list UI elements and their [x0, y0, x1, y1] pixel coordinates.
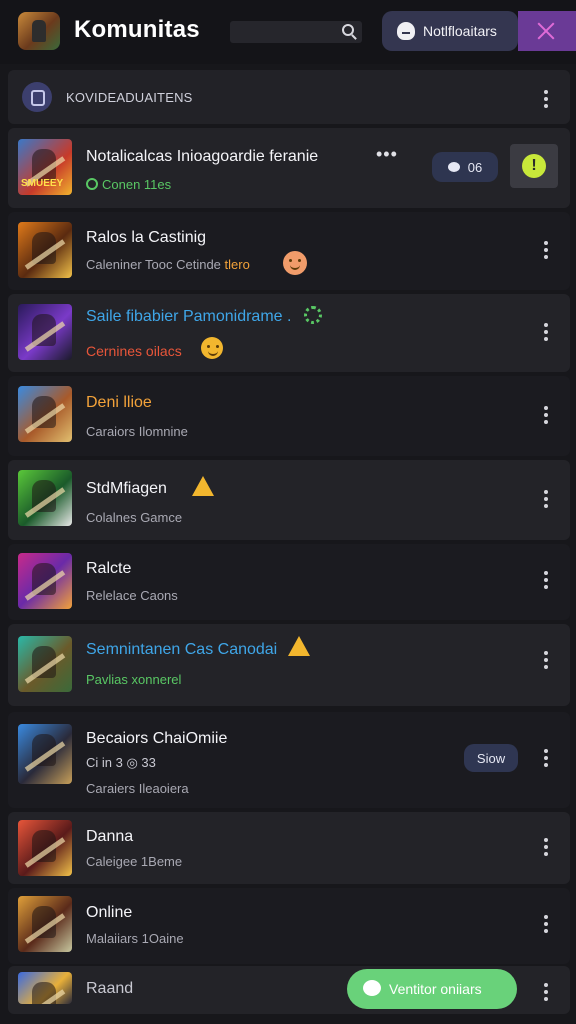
- community-subtitle: Pavlias xonnerel: [86, 672, 182, 687]
- more-options-icon[interactable]: [543, 571, 549, 591]
- more-options-icon[interactable]: [543, 983, 549, 1003]
- search-icon[interactable]: [342, 24, 354, 36]
- bell-icon: [397, 22, 415, 40]
- chat-action-button[interactable]: Ventitor oniiars: [347, 969, 517, 1009]
- community-thumbnail: [18, 470, 72, 526]
- community-row[interactable]: Ralos la Castinig Caleniner Tooc Cetinde…: [8, 212, 570, 290]
- community-row[interactable]: Danna Caleigee 1Beme: [8, 812, 570, 884]
- community-subtitle-highlight: tlero: [224, 257, 250, 272]
- community-thumbnail: [18, 386, 72, 442]
- more-options-icon[interactable]: [543, 915, 549, 935]
- show-button[interactable]: Siow: [464, 744, 518, 772]
- more-options-icon[interactable]: [543, 490, 549, 510]
- more-options-icon[interactable]: [543, 651, 549, 671]
- more-options-icon[interactable]: [543, 90, 549, 110]
- community-row[interactable]: StdMfiagen Colalnes Gamce: [8, 460, 570, 540]
- community-thumbnail: [18, 636, 72, 692]
- more-options-icon[interactable]: [543, 241, 549, 261]
- community-subtitle: Cernines oilacs: [86, 343, 182, 359]
- more-options-icon[interactable]: [543, 838, 549, 858]
- community-row[interactable]: Semnintanen Cas Canodai Pavlias xonnerel: [8, 624, 570, 706]
- section-badge-icon: [22, 82, 52, 112]
- community-row[interactable]: Ralcte Relelace Caons: [8, 544, 570, 620]
- exclamation-icon: !: [522, 154, 546, 178]
- community-subtitle-text: Conen 11es: [102, 177, 172, 192]
- community-subtitle: Colalnes Gamce: [86, 510, 183, 525]
- community-thumbnail: [18, 896, 72, 952]
- community-title: Raand: [86, 980, 134, 997]
- community-subtitle: Caleniner Tooc Cetinde tlero: [86, 257, 250, 272]
- message-count-badge[interactable]: 06: [432, 152, 498, 182]
- chat-bubble-icon: [447, 162, 460, 172]
- community-row[interactable]: Online Malaiiars 1Oaine: [8, 888, 570, 964]
- community-subtitle: Malaiiars 1Oaine: [86, 931, 184, 946]
- community-title: Notalicalcas Inioagoardie feranie: [86, 148, 319, 165]
- notifications-label: Notlfloaitars: [423, 23, 497, 39]
- alert-button[interactable]: !: [510, 144, 558, 188]
- community-title: Ralcte: [86, 560, 132, 577]
- community-thumbnail: [18, 820, 72, 876]
- app-avatar-icon[interactable]: [18, 12, 60, 50]
- more-options-icon[interactable]: [543, 749, 549, 769]
- community-title: Saile fibabier Pamonidrame .: [86, 308, 292, 325]
- community-title: Online: [86, 904, 133, 921]
- community-thumbnail: [18, 972, 72, 1004]
- community-subtitle-text: Caleniner Tooc Cetinde: [86, 257, 221, 272]
- smiley-icon: [283, 251, 307, 275]
- notifications-button[interactable]: Notlfloaitars: [382, 11, 518, 51]
- community-row[interactable]: Deni llioe Caraiors Ilomnine: [8, 376, 570, 456]
- settings-icon: [304, 306, 322, 324]
- search-input[interactable]: [230, 21, 362, 43]
- community-row[interactable]: Becaiors ChaiOmiie Ci in 3 ◎ 33 Caraiers…: [8, 712, 570, 808]
- section-label: KOVIDEADUAITENS: [66, 90, 193, 105]
- message-count: 06: [467, 159, 483, 175]
- community-thumbnail: SMUEEY: [18, 139, 72, 195]
- thumbnail-label: SMUEEY: [21, 178, 64, 189]
- community-subtitle: Caraiers Ileaoiera: [86, 781, 189, 796]
- section-header: KOVIDEADUAITENS: [8, 70, 570, 124]
- top-bar: Komunitas Notlfloaitars: [0, 0, 576, 64]
- page-title: Komunitas: [74, 16, 200, 43]
- online-status-icon: [86, 178, 98, 190]
- close-button[interactable]: [518, 11, 576, 51]
- close-icon: [536, 21, 556, 41]
- community-title: Danna: [86, 828, 134, 845]
- community-thumbnail: [18, 553, 72, 609]
- community-thumbnail: [18, 304, 72, 360]
- smiley-icon: [201, 337, 223, 359]
- community-subtitle: Caraiors Ilomnine: [86, 424, 188, 439]
- star-icon: [288, 636, 310, 656]
- community-row[interactable]: SMUEEY Notalicalcas Inioagoardie feranie…: [8, 128, 570, 208]
- ellipsis-icon[interactable]: •••: [376, 144, 398, 165]
- chat-action-label: Ventitor oniiars: [389, 981, 482, 997]
- community-title: Becaiors ChaiOmiie: [86, 730, 228, 747]
- community-stats: Ci in 3 ◎ 33: [86, 755, 156, 770]
- community-thumbnail: [18, 724, 72, 784]
- community-row[interactable]: Saile fibabier Pamonidrame . Cernines oi…: [8, 294, 570, 372]
- community-subtitle: Caleigee 1Beme: [86, 854, 183, 869]
- community-subtitle: Relelace Caons: [86, 588, 178, 603]
- more-options-icon[interactable]: [543, 323, 549, 343]
- community-subtitle: Conen 11es: [86, 177, 171, 192]
- community-title: Deni llioe: [86, 394, 152, 411]
- community-title: Ralos la Castinig: [86, 229, 207, 246]
- star-icon: [192, 476, 214, 496]
- community-thumbnail: [18, 222, 72, 278]
- community-title: StdMfiagen: [86, 480, 167, 497]
- more-options-icon[interactable]: [543, 406, 549, 426]
- community-title: Semnintanen Cas Canodai: [86, 641, 278, 658]
- chat-icon: [363, 980, 381, 996]
